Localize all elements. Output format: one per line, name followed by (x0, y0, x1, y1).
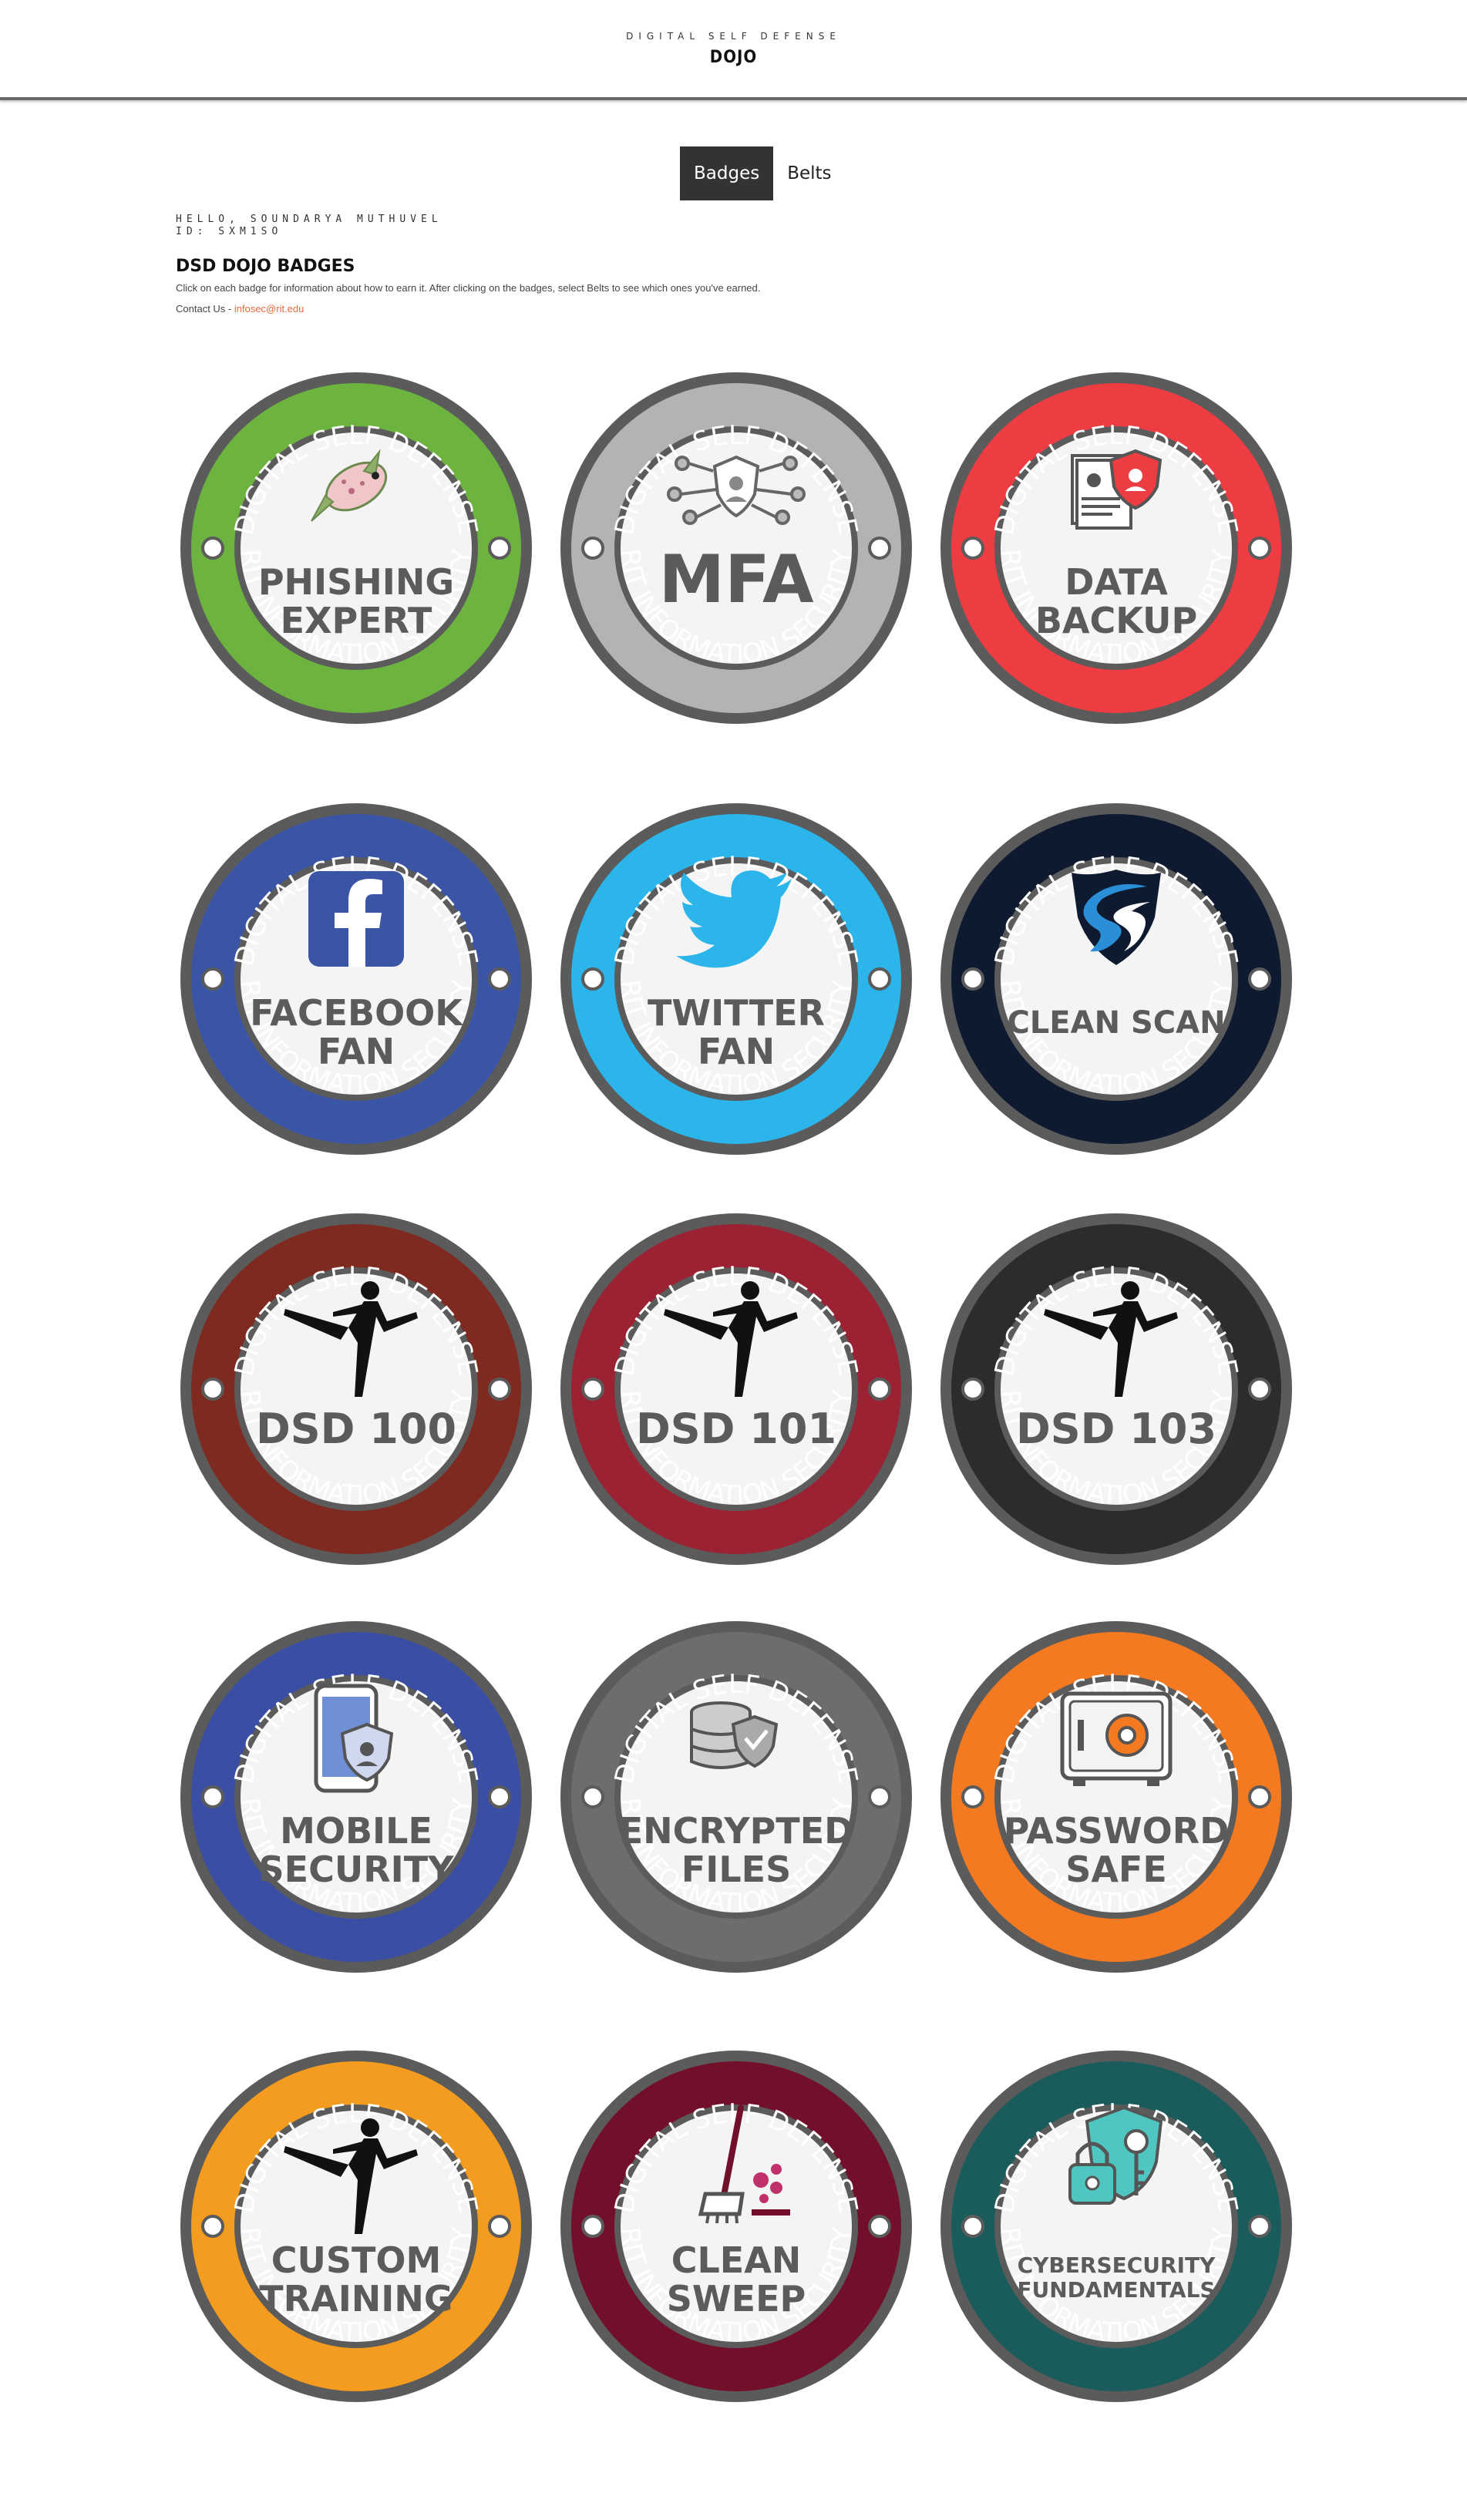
user-id: ID: SXM1SO (176, 226, 283, 237)
badge-dot (201, 1378, 224, 1401)
badge-title-line1: FACEBOOK (250, 992, 464, 1034)
badge-dsd-100[interactable]: DIGITAL SELF DEFENSE RIT INFORMATION SEC… (179, 1212, 533, 1566)
tab-bar: Badges Belts (680, 146, 846, 200)
badge-title-line1: DSD 100 (256, 1405, 456, 1453)
badge-dot (488, 1378, 511, 1401)
badge-title-line2: SAFE (1065, 1849, 1167, 1890)
badge-title-line1: CYBERSECURITY (1018, 2253, 1216, 2278)
facebook-icon (308, 871, 404, 967)
badge-title-line1: PASSWORD (1004, 1810, 1230, 1852)
badge-encrypted-files[interactable]: DIGITAL SELF DEFENSE RIT INFORMATION SEC… (559, 1620, 914, 1974)
badge-dot (201, 537, 224, 560)
badge-dot (961, 967, 984, 991)
badge-facebook-fan[interactable]: DIGITAL SELF DEFENSE RIT INFORMATION SEC… (179, 802, 533, 1156)
badge-title-line1: ENCRYPTED (619, 1810, 854, 1852)
tab-belts[interactable]: Belts (773, 146, 845, 200)
badge-dot (1248, 537, 1271, 560)
badge-dot (581, 2215, 604, 2238)
contact-line: Contact Us - infosec@rit.edu (176, 303, 304, 315)
badge-dot (868, 1785, 891, 1808)
badge-dot (488, 967, 511, 991)
badge-title-line1: DSD 101 (636, 1405, 836, 1453)
badge-title-line2: SECURITY (259, 1849, 455, 1890)
badge-title-line2: SWEEP (667, 2278, 806, 2320)
badge-cybersecurity-fundamentals[interactable]: DIGITAL SELF DEFENSE RIT INFORMATION SEC… (939, 2049, 1294, 2404)
badge-title-line1: DSD 103 (1016, 1405, 1216, 1453)
user-greeting: HELLO, SOUNDARYA MUTHUVEL (176, 214, 442, 225)
badge-dot (581, 967, 604, 991)
badge-password-safe[interactable]: DIGITAL SELF DEFENSE RIT INFORMATION SEC… (939, 1620, 1294, 1974)
badge-dot (201, 967, 224, 991)
badge-dot (488, 537, 511, 560)
badge-dot (1248, 1378, 1271, 1401)
user-info: HELLO, SOUNDARYA MUTHUVEL ID: SXM1SO (176, 214, 442, 238)
badge-title-line2: FILES (681, 1849, 791, 1890)
badge-dot (961, 1785, 984, 1808)
brand-title[interactable]: DOJO (0, 48, 1467, 67)
badge-dot (961, 2215, 984, 2238)
badge-dot (961, 537, 984, 560)
badge-title-line2: BACKUP (1035, 600, 1197, 641)
badge-dot (868, 2215, 891, 2238)
badge-title-line1: MFA (658, 541, 813, 618)
badge-custom-training[interactable]: DIGITAL SELF DEFENSE RIT INFORMATION SEC… (179, 2049, 533, 2404)
contact-label: Contact Us - (176, 303, 234, 315)
badge-mobile-security[interactable]: DIGITAL SELF DEFENSE RIT INFORMATION SEC… (179, 1620, 533, 1974)
badge-dot (868, 967, 891, 991)
badge-dsd-101[interactable]: DIGITAL SELF DEFENSE RIT INFORMATION SEC… (559, 1212, 914, 1566)
badge-clean-scan[interactable]: DIGITAL SELF DEFENSE RIT INFORMATION SEC… (939, 802, 1294, 1156)
badge-dot (961, 1378, 984, 1401)
badge-dot (488, 2215, 511, 2238)
page-title: DSD DOJO BADGES (176, 257, 355, 276)
badge-title-line2: FAN (318, 1031, 395, 1072)
badge-dot (581, 1378, 604, 1401)
badge-dot (581, 1785, 604, 1808)
badge-clean-sweep[interactable]: DIGITAL SELF DEFENSE RIT INFORMATION SEC… (559, 2049, 914, 2404)
badge-twitter-fan[interactable]: DIGITAL SELF DEFENSE RIT INFORMATION SEC… (559, 802, 914, 1156)
badge-dot (1248, 1785, 1271, 1808)
badge-dot (1248, 967, 1271, 991)
badge-title-line2: FAN (698, 1031, 775, 1072)
badge-title-line1: CLEAN SCAN (1007, 1005, 1225, 1041)
contact-email-link[interactable]: infosec@rit.edu (234, 303, 305, 315)
badge-mfa[interactable]: DIGITAL SELF DEFENSE RIT INFORMATION SEC… (559, 371, 914, 725)
site-header: DIGITAL SELF DEFENSE DOJO (0, 0, 1467, 100)
badge-title-line2: TRAINING (259, 2278, 453, 2320)
badge-title-line1: MOBILE (280, 1810, 432, 1852)
badge-title-line1: PHISHING (258, 561, 454, 603)
badge-data-backup[interactable]: DIGITAL SELF DEFENSE RIT INFORMATION SEC… (939, 371, 1294, 725)
tab-badges[interactable]: Badges (680, 146, 774, 200)
badge-dot (868, 537, 891, 560)
badge-title-line2: EXPERT (281, 600, 432, 641)
brand-subtitle: DIGITAL SELF DEFENSE (626, 31, 841, 42)
badge-title-line2: FUNDAMENTALS (1017, 2277, 1215, 2303)
badge-dot (488, 1785, 511, 1808)
badge-title-line1: TWITTER (648, 992, 825, 1034)
badge-dot (581, 537, 604, 560)
badge-title-line1: DATA (1065, 561, 1168, 603)
badge-dot (1248, 2215, 1271, 2238)
badge-phishing-expert[interactable]: DIGITAL SELF DEFENSE RIT INFORMATION SEC… (179, 371, 533, 725)
badge-title-line1: CLEAN (671, 2239, 802, 2281)
badge-title-line1: CUSTOM (271, 2239, 442, 2281)
badge-dot (868, 1378, 891, 1401)
badge-dot (201, 2215, 224, 2238)
page-description: Click on each badge for information abou… (176, 282, 761, 294)
badge-dsd-103[interactable]: DIGITAL SELF DEFENSE RIT INFORMATION SEC… (939, 1212, 1294, 1566)
safe-icon (1060, 1691, 1173, 1786)
badge-dot (201, 1785, 224, 1808)
